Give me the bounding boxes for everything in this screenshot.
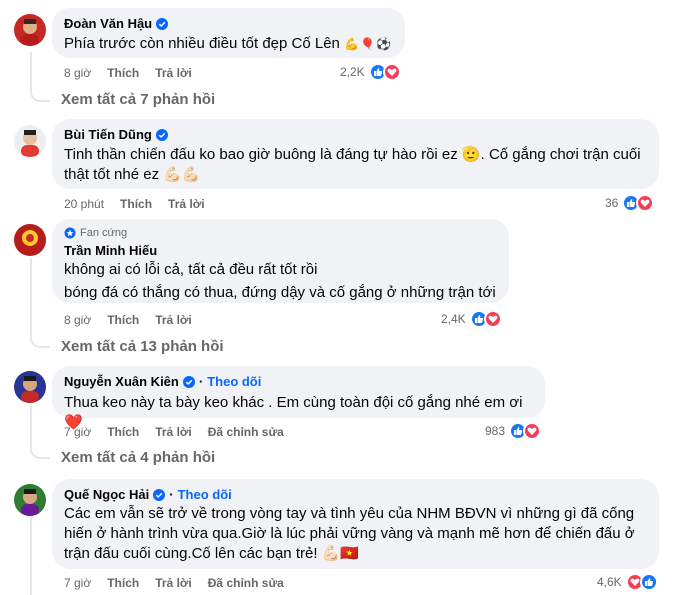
view-replies-link[interactable]: Xem tất cả 13 phản hồi	[61, 338, 224, 355]
reaction-count: 36	[605, 196, 619, 210]
author-name[interactable]: Bùi Tiến Dũng	[64, 126, 152, 143]
avatar[interactable]	[14, 371, 46, 403]
thread-line	[30, 512, 50, 595]
comment-line: bóng đá có thắng có thua, đứng dậy và cố…	[64, 284, 496, 301]
reply-button[interactable]: Trả lời	[155, 313, 192, 327]
thread-line	[30, 405, 50, 459]
fan-badge: Fan cứng	[64, 226, 497, 240]
reply-button[interactable]: Trả lời	[155, 66, 192, 80]
like-button[interactable]: Thích	[120, 197, 152, 211]
timestamp[interactable]: 8 giờ	[64, 66, 91, 80]
reaction-summary[interactable]: 2,4K	[441, 310, 502, 328]
thread-line	[30, 258, 50, 348]
heart-icon	[636, 194, 655, 212]
verified-icon	[182, 375, 195, 388]
like-button[interactable]: Thích	[107, 66, 139, 80]
heart-icon	[483, 310, 502, 328]
avatar[interactable]	[14, 484, 46, 516]
heart-icon	[523, 422, 542, 440]
badge-icon	[64, 227, 76, 239]
author-name[interactable]: Đoàn Văn Hậu	[64, 15, 152, 32]
comment-actions: 7 giờ Thích Trả lời Đã chỉnh sửa	[64, 425, 284, 439]
like-icon	[639, 573, 658, 591]
view-replies-link[interactable]: Xem tất cả 4 phản hồi	[61, 449, 215, 466]
emoji-icons: 💪🎈⚽	[344, 37, 392, 51]
reaction-count: 2,4K	[441, 312, 466, 326]
timestamp[interactable]: 7 giờ	[64, 576, 91, 590]
comment-line: không ai có lỗi cả, tất cả đều rất tốt r…	[64, 261, 318, 278]
reaction-count: 4,6K	[597, 575, 622, 589]
avatar[interactable]	[14, 224, 46, 256]
follow-button[interactable]: Theo dõi	[207, 373, 261, 390]
reaction-summary[interactable]: 4,6K	[597, 573, 658, 591]
timestamp[interactable]: 7 giờ	[64, 425, 91, 439]
comment-bubble: Quế Ngọc Hải · Theo dõi Các em vẫn sẽ tr…	[52, 479, 659, 569]
view-replies-link[interactable]: Xem tất cả 7 phản hồi	[61, 91, 215, 108]
comment-actions: 8 giờ Thích Trả lời	[64, 313, 192, 327]
thread-line	[30, 52, 50, 102]
separator-dot: ·	[169, 487, 174, 502]
avatar-icon	[14, 224, 46, 256]
avatar-icon	[14, 125, 46, 157]
avatar-icon	[14, 371, 46, 403]
reply-button[interactable]: Trả lời	[155, 576, 192, 590]
like-button[interactable]: Thích	[107, 425, 139, 439]
reaction-count: 2,2K	[340, 65, 365, 79]
comment-actions: 8 giờ Thích Trả lời	[64, 66, 192, 80]
comment-bubble: Đoàn Văn Hậu Phía trước còn nhiều điều t…	[52, 8, 405, 58]
avatar-icon	[14, 484, 46, 516]
comment-bubble: Nguyễn Xuân Kiên · Theo dõi Thua keo này…	[52, 366, 545, 431]
heart-icon	[382, 63, 401, 81]
timestamp[interactable]: 20 phút	[64, 197, 104, 211]
comment-text: Các em vẫn sẽ trở về trong vòng tay và t…	[64, 505, 635, 562]
reply-button[interactable]: Trả lời	[168, 197, 205, 211]
author-name[interactable]: Nguyễn Xuân Kiên	[64, 373, 179, 390]
author-name[interactable]: Quế Ngọc Hải	[64, 486, 149, 503]
reaction-count: 983	[485, 424, 506, 438]
comment-actions: 7 giờ Thích Trả lời Đã chỉnh sửa	[64, 576, 284, 590]
edited-label: Đã chỉnh sửa	[207, 425, 284, 439]
verified-icon	[156, 17, 169, 30]
reaction-summary[interactable]: 983	[485, 422, 542, 440]
timestamp[interactable]: 8 giờ	[64, 313, 91, 327]
reaction-summary[interactable]: 36	[605, 194, 655, 212]
reaction-summary[interactable]: 2,2K	[340, 63, 401, 81]
verified-icon	[153, 488, 166, 501]
comment-actions: 20 phút Thích Trả lời	[64, 197, 205, 211]
separator-dot: ·	[198, 374, 204, 389]
comment-bubble: Fan cứng Trần Minh Hiếu không ai có lỗi …	[52, 219, 509, 303]
comment-text: Phía trước còn nhiều điều tốt đẹp Cố Lên…	[64, 35, 392, 52]
reply-button[interactable]: Trả lời	[155, 425, 192, 439]
avatar[interactable]	[14, 125, 46, 157]
verified-icon	[155, 128, 168, 141]
author-name[interactable]: Trần Minh Hiếu	[64, 242, 157, 259]
comment-text: Tinh thần chiến đấu ko bao giờ buông là …	[64, 146, 641, 183]
edited-label: Đã chỉnh sửa	[207, 576, 284, 590]
avatar[interactable]	[14, 14, 46, 46]
comment-bubble: Bùi Tiến Dũng Tinh thần chiến đấu ko bao…	[52, 119, 659, 189]
avatar-icon	[14, 14, 46, 46]
like-button[interactable]: Thích	[107, 313, 139, 327]
like-button[interactable]: Thích	[107, 576, 139, 590]
comment-text: không ai có lỗi cả, tất cả đều rất tốt r…	[64, 260, 497, 303]
follow-button[interactable]: Theo dõi	[178, 486, 232, 503]
